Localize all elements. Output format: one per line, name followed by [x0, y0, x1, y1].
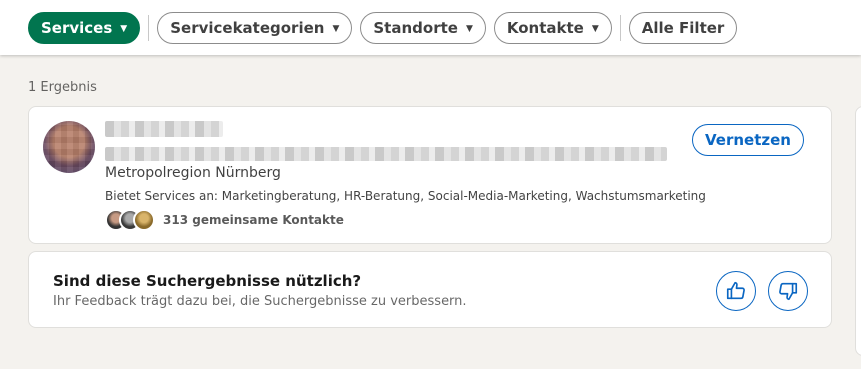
- thumbs-up-icon: [726, 281, 745, 300]
- redacted-headline: [105, 147, 667, 161]
- filter-contacts-label: Kontakte: [506, 18, 584, 37]
- filter-service-categories[interactable]: Servicekategorien ▼: [157, 11, 353, 44]
- filter-bar: Services ▼ Servicekategorien ▼ Standorte…: [0, 0, 861, 55]
- thumbs-down-icon: [779, 282, 798, 301]
- thumbs-down-button[interactable]: [768, 271, 808, 311]
- caret-down-icon: ▼: [332, 23, 340, 34]
- result-card: Metropolregion Nürnberg Bietet Services …: [28, 106, 832, 244]
- filter-locations[interactable]: Standorte ▼: [360, 11, 486, 44]
- filter-contacts[interactable]: Kontakte ▼: [493, 11, 612, 44]
- all-filters-label: Alle Filter: [641, 18, 725, 37]
- filter-services-label: Services: [41, 18, 113, 37]
- mutual-contacts[interactable]: 313 gemeinsame Kontakte: [105, 207, 344, 233]
- caret-down-icon: ▼: [465, 23, 473, 34]
- caret-down-icon: ▼: [120, 23, 128, 34]
- redacted-name[interactable]: [105, 121, 223, 137]
- feedback-card: Sind diese Suchergebnisse nützlich? Ihr …: [28, 251, 832, 328]
- mutual-contact-avatar: [133, 209, 155, 231]
- services-offered: Bietet Services an: Marketingberatung, H…: [105, 189, 706, 203]
- connect-button[interactable]: Vernetzen: [692, 124, 804, 156]
- filter-locations-label: Standorte: [373, 18, 458, 37]
- profile-location: Metropolregion Nürnberg: [105, 165, 281, 181]
- filter-service-categories-label: Servicekategorien: [170, 18, 325, 37]
- result-count: 1 Ergebnis: [28, 80, 97, 95]
- avatar[interactable]: [43, 121, 95, 173]
- mutual-contacts-label: 313 gemeinsame Kontakte: [163, 213, 344, 227]
- side-panel-edge: [855, 106, 861, 356]
- caret-down-icon: ▼: [591, 23, 599, 34]
- filter-divider: [148, 14, 150, 41]
- filter-services[interactable]: Services ▼: [28, 11, 141, 44]
- thumbs-up-button[interactable]: [716, 271, 756, 311]
- feedback-title: Sind diese Suchergebnisse nützlich?: [53, 272, 362, 290]
- feedback-subtitle: Ihr Feedback trägt dazu bei, die Sucherg…: [53, 294, 467, 309]
- all-filters-button[interactable]: Alle Filter: [628, 11, 738, 44]
- filter-divider: [619, 14, 621, 41]
